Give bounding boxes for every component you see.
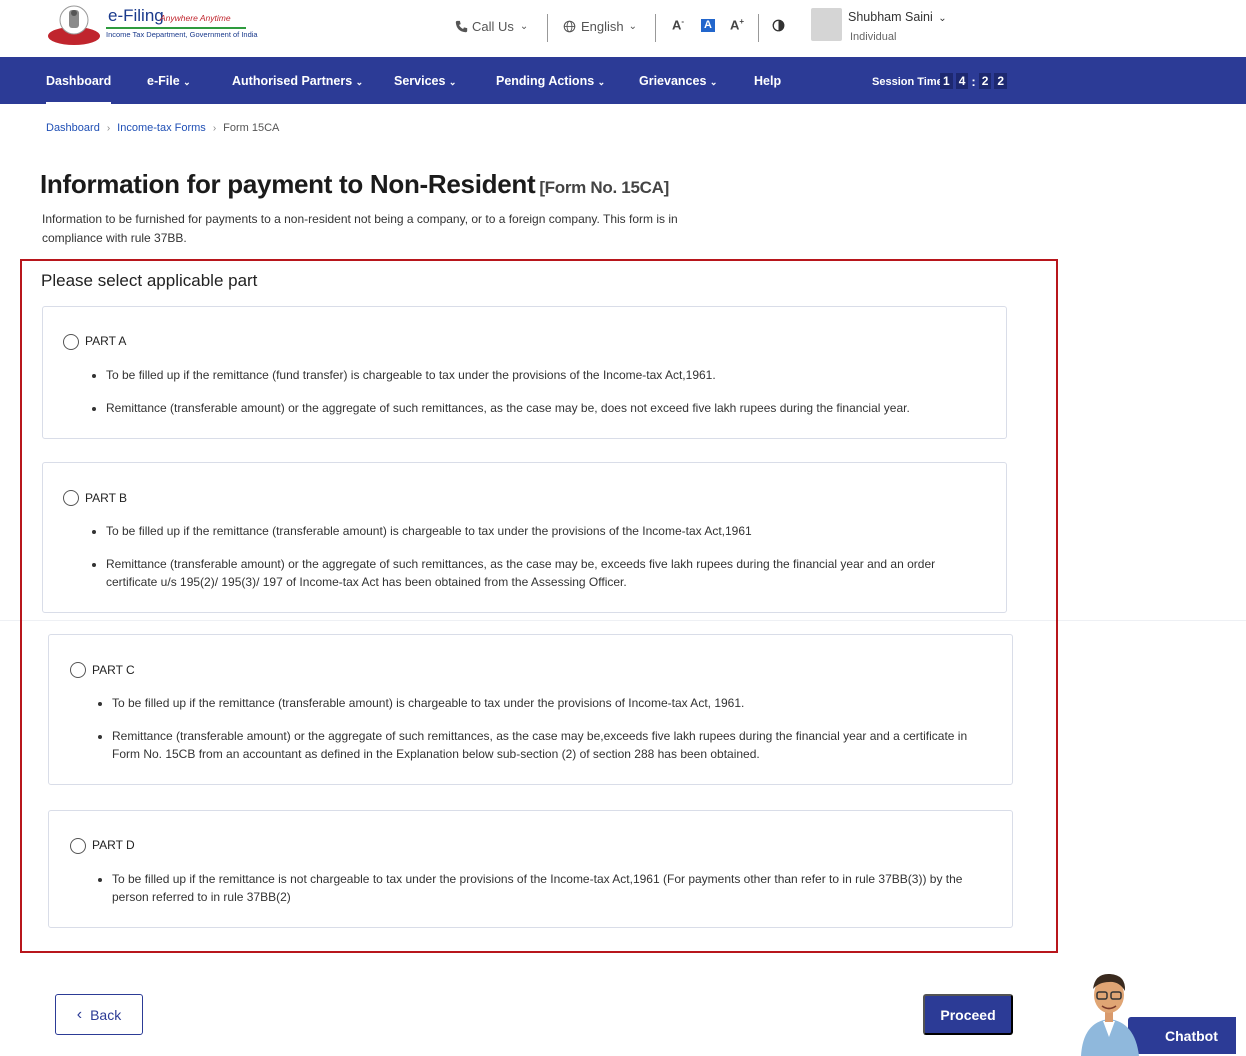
list-item: To be filled up if the remittance is not… bbox=[112, 870, 992, 906]
list-item: Remittance (transferable amount) or the … bbox=[106, 399, 976, 417]
nav-dashboard[interactable]: Dashboard bbox=[46, 74, 112, 105]
chevron-right-icon: › bbox=[106, 122, 111, 134]
chevron-down-icon: ⌄ bbox=[938, 13, 947, 24]
call-us-dropdown[interactable]: Call Us ⌄ bbox=[455, 0, 528, 52]
list-item: To be filled up if the remittance (trans… bbox=[106, 522, 986, 540]
part-c-radio[interactable] bbox=[70, 662, 86, 678]
efiling-logo[interactable]: e-Filing Anywhere Anytime Income Tax Dep… bbox=[44, 2, 258, 46]
chevron-down-icon: ⌄ bbox=[597, 77, 606, 87]
nav-efile[interactable]: e-File ⌄ bbox=[147, 74, 191, 88]
nav-grievances-label: Grievances bbox=[639, 74, 707, 88]
user-role: Individual bbox=[850, 31, 897, 43]
chevron-down-icon: ⌄ bbox=[709, 77, 718, 87]
avatar[interactable] bbox=[811, 8, 842, 41]
list-item: Remittance (transferable amount) or the … bbox=[112, 727, 992, 763]
session-digit: 2 bbox=[978, 73, 992, 89]
page-description: Information to be furnished for payments… bbox=[42, 212, 678, 245]
part-c-bullets: To be filled up if the remittance (trans… bbox=[112, 694, 992, 778]
session-digit: 4 bbox=[955, 73, 969, 89]
part-c-label: PART C bbox=[92, 663, 135, 677]
part-a-label: PART A bbox=[85, 334, 127, 348]
chevron-down-icon: ⌄ bbox=[448, 77, 457, 87]
breadcrumb-dashboard[interactable]: Dashboard bbox=[46, 122, 100, 134]
chevron-down-icon: ⌄ bbox=[519, 20, 529, 32]
language-label: English bbox=[581, 18, 624, 34]
contrast-icon[interactable] bbox=[772, 19, 785, 32]
chatbot-widget[interactable]: Chatbot bbox=[1073, 967, 1236, 1056]
part-d-card[interactable]: PART D To be filled up if the remittance… bbox=[48, 810, 1013, 928]
session-digit: 1 bbox=[940, 73, 953, 89]
part-d-bullets: To be filled up if the remittance is not… bbox=[112, 870, 992, 921]
nav-authorised-partners[interactable]: Authorised Partners ⌄ bbox=[232, 74, 363, 88]
breadcrumb-current: Form 15CA bbox=[223, 122, 280, 134]
phone-icon bbox=[455, 20, 468, 32]
nav-help[interactable]: Help bbox=[754, 74, 781, 88]
emblem-icon bbox=[48, 5, 100, 45]
session-digit: 2 bbox=[994, 73, 1008, 89]
language-dropdown[interactable]: English ⌄ bbox=[563, 0, 637, 52]
nav-pending-actions[interactable]: Pending Actions ⌄ bbox=[496, 74, 605, 88]
divider bbox=[758, 14, 759, 42]
chatbot-avatar-icon bbox=[1081, 973, 1139, 1056]
nav-authorised-partners-label: Authorised Partners bbox=[232, 74, 353, 88]
font-decrease-label: A bbox=[672, 17, 682, 33]
chevron-down-icon: ⌄ bbox=[628, 20, 638, 32]
back-label: Back bbox=[90, 1006, 122, 1023]
page-title-text: Information for payment to Non-Resident bbox=[40, 169, 536, 199]
part-b-label: PART B bbox=[85, 491, 128, 505]
part-b-card[interactable]: PART B To be filled up if the remittance… bbox=[42, 462, 1007, 613]
main-navbar: Dashboard e-File ⌄ Authorised Partners ⌄… bbox=[0, 57, 1246, 105]
part-a-card[interactable]: PART A To be filled up if the remittance… bbox=[42, 306, 1007, 439]
part-d-radio[interactable] bbox=[70, 838, 86, 854]
session-colon: : bbox=[971, 73, 976, 89]
logo-tagline: Anywhere Anytime bbox=[160, 13, 231, 23]
breadcrumb: Dashboard › Income-tax Forms › Form 15CA bbox=[46, 122, 279, 134]
part-a-radio[interactable] bbox=[63, 334, 79, 350]
chevron-right-icon: › bbox=[212, 122, 217, 134]
font-decrease-button[interactable]: A- bbox=[672, 17, 684, 32]
part-a-bullets: To be filled up if the remittance (fund … bbox=[106, 366, 976, 432]
logo-divider bbox=[106, 27, 246, 29]
chevron-down-icon: ⌄ bbox=[183, 77, 191, 87]
divider bbox=[547, 14, 548, 42]
user-name: Shubham Saini bbox=[848, 10, 933, 24]
list-item: To be filled up if the remittance (trans… bbox=[112, 694, 992, 712]
page-title: Information for payment to Non-Resident[… bbox=[40, 169, 669, 200]
part-b-radio[interactable] bbox=[63, 490, 79, 506]
list-item: To be filled up if the remittance (fund … bbox=[106, 366, 976, 384]
chevron-down-icon: ⌄ bbox=[355, 77, 364, 87]
divider bbox=[655, 14, 656, 42]
chevron-left-icon: ‹ bbox=[76, 1005, 83, 1023]
part-d-label: PART D bbox=[92, 838, 135, 852]
nav-grievances[interactable]: Grievances ⌄ bbox=[639, 74, 717, 88]
nav-services[interactable]: Services ⌄ bbox=[394, 74, 456, 88]
part-c-card[interactable]: PART C To be filled up if the remittance… bbox=[48, 634, 1013, 785]
font-normal-button[interactable]: A bbox=[701, 19, 715, 32]
globe-icon bbox=[563, 20, 576, 32]
nav-services-label: Services bbox=[394, 74, 446, 88]
font-increase-label: A bbox=[730, 17, 740, 33]
nav-efile-label: e-File bbox=[147, 74, 180, 88]
list-item: Remittance (transferable amount) or the … bbox=[106, 555, 986, 591]
user-menu[interactable]: Shubham Saini ⌄ bbox=[848, 10, 947, 24]
top-header: e-Filing Anywhere Anytime Income Tax Dep… bbox=[0, 0, 1246, 57]
logo-subtitle: Income Tax Department, Government of Ind… bbox=[106, 30, 258, 39]
font-increase-button[interactable]: A+ bbox=[730, 17, 744, 32]
session-time-label: Session Time bbox=[872, 76, 943, 88]
breadcrumb-income-tax-forms[interactable]: Income-tax Forms bbox=[117, 122, 206, 134]
proceed-button[interactable]: Proceed bbox=[923, 994, 1013, 1035]
session-timer: 1 4 : 2 2 bbox=[940, 73, 1008, 89]
chatbot-label: Chatbot bbox=[1165, 1028, 1218, 1044]
call-us-label: Call Us bbox=[472, 18, 514, 34]
form-number: [Form No. 15CA] bbox=[539, 178, 669, 197]
select-part-heading: Please select applicable part bbox=[41, 271, 258, 290]
part-b-bullets: To be filled up if the remittance (trans… bbox=[106, 522, 986, 606]
back-button[interactable]: ‹ Back bbox=[55, 994, 143, 1035]
logo-title: e-Filing bbox=[108, 6, 164, 25]
nav-pending-actions-label: Pending Actions bbox=[496, 74, 595, 88]
